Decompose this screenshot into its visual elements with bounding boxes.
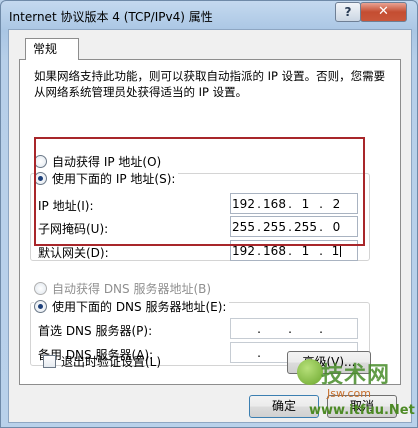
tab-general[interactable]: 常规	[25, 38, 79, 60]
advanced-button[interactable]: 高级(V)...	[287, 351, 371, 374]
auto-dns-radio[interactable]	[34, 282, 47, 295]
validate-on-exit-label: 退出时验证设置(L)	[61, 355, 162, 369]
auto-dns-label: 自动获得 DNS 服务器地址(B)	[52, 282, 212, 296]
dialog-window: Internet 协议版本 4 (TCP/IPv4) 属性 ? ✕ 常规 如果网…	[0, 0, 418, 428]
auto-dns-option[interactable]: 自动获得 DNS 服务器地址(B)	[34, 280, 211, 297]
preferred-dns-label: 首选 DNS 服务器(P):	[38, 324, 153, 338]
manual-dns-option[interactable]: 使用下面的 DNS 服务器地址(E):	[34, 298, 230, 315]
manual-dns-radio[interactable]	[34, 300, 47, 313]
close-button[interactable]: ✕	[360, 2, 407, 22]
title-bar[interactable]: Internet 协议版本 4 (TCP/IPv4) 属性 ? ✕	[1, 1, 417, 29]
ok-button[interactable]: 确定	[249, 395, 319, 418]
preferred-dns-input[interactable]: . . .	[230, 318, 358, 339]
cancel-button[interactable]: 取消	[327, 395, 397, 418]
gateway-label: 默认网关(D):	[38, 246, 109, 260]
validate-on-exit-option[interactable]: 退出时验证设置(L)	[43, 353, 161, 370]
help-button[interactable]: ?	[335, 2, 361, 22]
highlight-box	[34, 137, 365, 246]
validate-on-exit-checkbox[interactable]	[43, 355, 56, 368]
description-text: 如果网络支持此功能，则可以获取自动指派的 IP 设置。否则，您需要从网络系统管理…	[34, 69, 386, 99]
manual-dns-label: 使用下面的 DNS 服务器地址(E):	[52, 300, 227, 314]
window-title: Internet 协议版本 4 (TCP/IPv4) 属性	[9, 10, 213, 24]
